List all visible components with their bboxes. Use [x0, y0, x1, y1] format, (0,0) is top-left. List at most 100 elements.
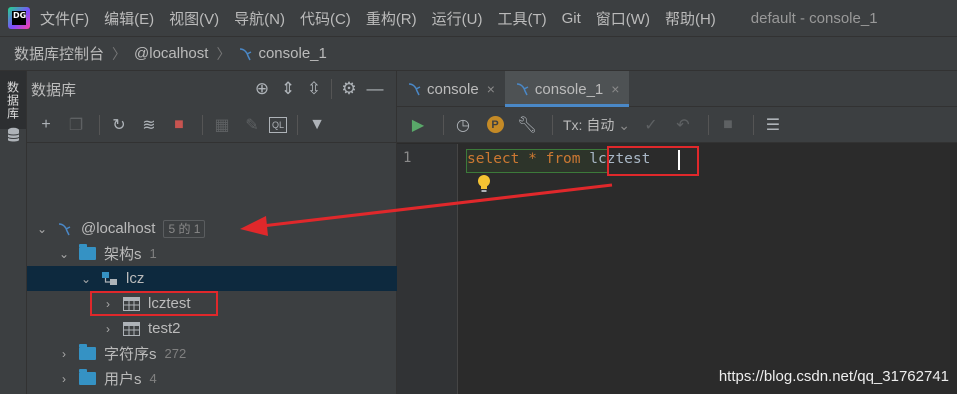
editor-panel: console × console_1 × ▶ ◷ P 🔧︎ Tx: 自动 ⌄ … — [397, 71, 957, 394]
tree-node-schemas[interactable]: ⌄ 架构s 1 — [27, 241, 397, 266]
tab-label: console_1 — [534, 80, 604, 98]
chevron-down-icon[interactable]: ⌄ — [35, 222, 49, 236]
tree-node-label: lcz — [126, 270, 145, 287]
tab-label: console — [427, 80, 479, 98]
tree-node-collations[interactable]: › 字符序s 272 — [27, 341, 397, 366]
menu-window[interactable]: 窗口(W) — [596, 8, 650, 29]
folder-icon — [79, 244, 96, 260]
editor-tabs: console × console_1 × — [397, 71, 957, 107]
annotation-highlight-box — [90, 291, 218, 316]
schema-sync-icon[interactable]: ≋ — [136, 112, 162, 138]
breadcrumb-item-console-root[interactable]: 数据库控制台 — [14, 43, 104, 64]
tree-node-count: 1 — [149, 246, 157, 261]
chevron-down-icon[interactable]: ⌄ — [79, 272, 93, 286]
chevron-right-icon[interactable]: › — [57, 372, 71, 386]
window-title: default - console_1 — [750, 9, 878, 27]
database-icon[interactable] — [7, 127, 20, 143]
editor-toolbar: ▶ ◷ P 🔧︎ Tx: 自动 ⌄ ✓ ↶ ■ ☰ — [397, 107, 957, 143]
panel-header-icons: ⊕ ⇕ ⇳ ⚙ — — [249, 71, 388, 107]
menu-refactor[interactable]: 重构(R) — [366, 8, 417, 29]
code-editor[interactable]: 1 select * from lcztest — [397, 144, 957, 394]
database-tool-tab-label: 数据库 — [5, 80, 20, 120]
filter-icon[interactable]: ▼ — [304, 112, 330, 138]
tx-mode-label: Tx: 自动 — [563, 116, 615, 133]
toolbar-divider — [707, 114, 709, 135]
add-icon[interactable]: + — [33, 112, 59, 138]
tree-node-label: 字符序s — [104, 346, 157, 363]
annotation-highlight-box — [607, 146, 699, 176]
gear-icon[interactable]: ⚙ — [336, 76, 362, 102]
table-icon — [123, 321, 140, 336]
close-icon[interactable]: × — [487, 81, 495, 97]
copy-icon[interactable]: ❐ — [63, 112, 89, 138]
mysql-icon — [408, 83, 421, 96]
refresh-icon[interactable]: ↻ — [106, 112, 132, 138]
tx-mode-dropdown[interactable]: Tx: 自动 ⌄ — [563, 115, 630, 135]
expand-all-icon[interactable]: ⇕ — [275, 76, 301, 102]
tree-node-localhost[interactable]: ⌄ @localhost 5 的 1 — [27, 216, 397, 241]
menu-bar: DG 文件(F) 编辑(E) 视图(V) 导航(N) 代码(C) 重构(R) 运… — [0, 0, 957, 36]
menu-edit[interactable]: 编辑(E) — [104, 8, 154, 29]
stop-icon[interactable]: ■ — [166, 112, 192, 138]
menu-tools[interactable]: 工具(T) — [497, 8, 546, 29]
tree-node-test2[interactable]: › test2 — [27, 316, 397, 341]
history-icon[interactable]: ◷ — [450, 112, 476, 138]
menu-navigate[interactable]: 导航(N) — [234, 8, 285, 29]
menu-run[interactable]: 运行(U) — [432, 8, 483, 29]
tab-console[interactable]: console × — [397, 71, 505, 107]
tab-console-1[interactable]: console_1 × — [504, 71, 630, 107]
mysql-icon — [240, 47, 252, 60]
star-token: * — [528, 151, 537, 167]
tree-node-label: 用户s — [104, 371, 142, 388]
menu-git[interactable]: Git — [562, 10, 581, 27]
datagrip-logo-icon: DG — [8, 7, 30, 29]
menu-view[interactable]: 视图(V) — [169, 8, 219, 29]
run-icon[interactable]: ▶ — [405, 112, 431, 138]
mysql-icon — [58, 222, 71, 235]
panel-header: 数据库 ⊕ ⇕ ⇳ ⚙ — — [27, 71, 396, 107]
breadcrumb-item-localhost[interactable]: @localhost — [134, 45, 208, 62]
count-badge: 5 的 1 — [163, 219, 206, 238]
edit-icon[interactable]: ✎ — [239, 112, 265, 138]
watermark: https://blog.csdn.net/qq_31762741 — [718, 368, 949, 385]
tree-node-users[interactable]: › 用户s 4 — [27, 366, 397, 391]
tree-node-label: @localhost — [81, 220, 156, 237]
database-tool-tab[interactable]: 数据库 — [0, 71, 26, 129]
chevron-right-icon[interactable]: › — [101, 322, 115, 336]
collapse-all-icon[interactable]: ⇳ — [301, 76, 327, 102]
p-icon[interactable]: P — [482, 112, 508, 138]
stop-icon[interactable]: ■ — [715, 112, 741, 138]
ql-console-icon[interactable]: QL — [269, 116, 287, 133]
output-icon[interactable]: ☰ — [760, 112, 786, 138]
breadcrumb-item-label: console_1 — [258, 45, 327, 62]
menu-file[interactable]: 文件(F) — [40, 8, 89, 29]
keyword-from: from — [545, 151, 581, 167]
breadcrumb-item-console[interactable]: console_1 — [238, 45, 327, 62]
chevron-down-icon: ⌄ — [618, 116, 630, 133]
tree-node-lcz[interactable]: ⌄ lcz — [27, 266, 397, 291]
mysql-icon — [516, 83, 529, 96]
toolbar-divider — [552, 114, 553, 135]
tree-node-label: test2 — [148, 320, 181, 337]
chevron-down-icon[interactable]: ⌄ — [57, 247, 71, 261]
tool-window-strip: 数据库 — [0, 71, 27, 394]
lightbulb-icon[interactable] — [477, 174, 491, 193]
rollback-icon[interactable]: ↶ — [670, 112, 696, 138]
commit-icon[interactable]: ✓ — [638, 112, 664, 138]
minimize-icon[interactable]: — — [362, 76, 388, 102]
schema-icon — [102, 272, 117, 285]
breadcrumb-separator: 〉 — [112, 45, 127, 62]
close-icon[interactable]: × — [611, 81, 619, 97]
line-gutter: 1 — [397, 144, 458, 394]
line-number: 1 — [403, 150, 412, 166]
menu-help[interactable]: 帮助(H) — [665, 8, 716, 29]
folder-icon — [79, 344, 96, 360]
wrench-icon[interactable]: 🔧︎ — [514, 112, 540, 138]
folder-icon — [79, 369, 96, 385]
toolbar-divider — [331, 79, 332, 99]
toolbar-divider — [202, 114, 203, 135]
table-editor-icon[interactable]: ▦ — [209, 112, 235, 138]
chevron-right-icon[interactable]: › — [57, 347, 71, 361]
crosshair-icon[interactable]: ⊕ — [249, 76, 275, 102]
menu-code[interactable]: 代码(C) — [300, 8, 351, 29]
